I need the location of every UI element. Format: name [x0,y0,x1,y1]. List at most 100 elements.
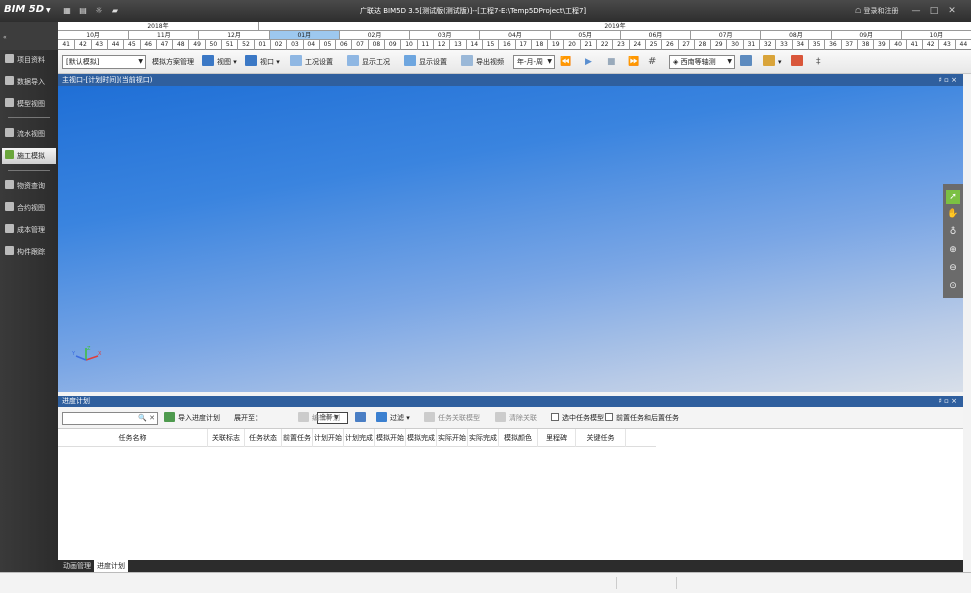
quick-access-open-icon[interactable]: ☼ [94,6,104,16]
timeline-ruler[interactable]: 2018年 2019年 10月 11月 12月 01月 02月 03月 04月 05月 06月 0… [58,22,971,50]
tab-schedule[interactable]: 进度计划 [94,560,128,572]
timeline-week[interactable]: 14 [465,40,482,50]
timeline-week[interactable]: 43 [938,40,954,50]
timeline-week[interactable]: 16 [498,40,514,50]
timeline-month[interactable]: 10月 [58,31,128,39]
restore-button[interactable]: □ [928,5,940,17]
timeline-week[interactable]: 09 [384,40,400,50]
timeline-week[interactable]: 06 [335,40,351,50]
sidebar-item-project-data[interactable]: 项目资料 [2,52,56,68]
column-header[interactable]: 模拟完成 [406,429,437,447]
column-header[interactable]: 实际开始 [437,429,468,447]
minimize-button[interactable]: — [910,5,922,17]
simulation-scheme-select[interactable]: [默认模拟] ▼ [62,55,146,69]
timeline-week[interactable]: 36 [824,40,840,50]
timeline-week[interactable]: 12 [432,40,449,50]
timeline-week[interactable]: 35 [807,40,824,50]
select-cursor-icon[interactable]: ➚ [946,190,960,204]
tab-animation-management[interactable]: 动画管理 [60,560,94,572]
schedule-grid[interactable]: 任务名称 关联标志 任务状态 前置任务 计划开始 计划完成 模拟开始 模拟完成 实际开始 实际完成… [58,429,963,560]
quick-access-save-icon[interactable]: ▤ [78,6,88,16]
timeline-week[interactable]: 17 [514,40,531,50]
scheme-manage-button[interactable]: 模拟方案管理 [152,54,194,70]
column-header[interactable]: 关键任务 [576,429,626,447]
timeline-week[interactable]: 44 [106,40,123,50]
fast-forward-icon[interactable]: ⏩ [628,54,639,70]
column-header[interactable]: 计划开始 [313,429,344,447]
rewind-icon[interactable]: ⏪ [560,54,571,70]
timeline-month[interactable]: 04月 [479,31,549,39]
sidebar-item-material-query[interactable]: 物资查询 [2,178,56,194]
timeline-week[interactable]: 07 [351,40,367,50]
timeline-week[interactable]: 38 [856,40,873,50]
import-schedule-button[interactable]: 导入进度计划 [164,411,220,425]
timeline-week[interactable]: 11 [416,40,433,50]
task-search-input[interactable]: 🔍 ✕ [62,412,158,425]
measure-button[interactable]: ▾ [763,54,782,70]
timeline-week[interactable]: 42 [74,40,90,50]
date-format-select[interactable]: 年-月-周 ▼ [513,55,555,69]
export-video-button[interactable]: 导出视频 [461,54,504,70]
timeline-week[interactable]: 40 [889,40,905,50]
sidebar-item-cost-management[interactable]: 成本管理 [2,222,56,238]
timeline-week[interactable]: 48 [172,40,188,50]
sidebar-item-model-view[interactable]: 模型视图 [2,96,56,112]
timeline-week[interactable]: 52 [237,40,253,50]
timeline-week[interactable]: 46 [139,40,156,50]
search-icon[interactable]: 🔍 ✕ [138,414,155,422]
timeline-week[interactable]: 27 [677,40,694,50]
timeline-week[interactable]: 08 [367,40,384,50]
sidebar-item-component-tracking[interactable]: 构件跟踪 [2,244,56,260]
pan-hand-icon[interactable]: ✋ [946,207,960,221]
view-direction-select[interactable]: ◈ 西南等轴测 ▼ [669,55,735,69]
timeline-month[interactable]: 01月 [268,31,339,39]
timeline-week[interactable]: 33 [775,40,791,50]
column-header[interactable]: 里程碑 [538,429,576,447]
task-link-model-button[interactable]: 任务关联模型 [424,411,480,425]
show-work-button[interactable]: 显示工况 [347,54,390,70]
zoom-extents-icon[interactable]: ⊙ [946,279,960,293]
quick-access-settings-icon[interactable]: ▰ [110,6,120,16]
timeline-week[interactable]: 26 [661,40,677,50]
timeline-week[interactable]: 49 [188,40,204,50]
timeline-week[interactable]: 23 [612,40,628,50]
3d-viewport[interactable]: X Z Y [58,86,963,392]
timeline-week[interactable]: 03 [286,40,302,50]
column-header[interactable]: 模拟开始 [375,429,406,447]
camera-button[interactable] [740,54,755,70]
timeline-week[interactable]: 21 [579,40,596,50]
timeline-week[interactable]: 41 [58,40,74,50]
timeline-month[interactable]: 05月 [549,31,620,39]
timeline-week[interactable]: 37 [840,40,857,50]
timeline-week[interactable]: 04 [302,40,319,50]
quick-access-new-icon[interactable]: ▦ [62,6,72,16]
timeline-month[interactable]: 12月 [198,31,268,39]
show-settings-button[interactable]: 显示设置 [404,54,447,70]
column-header[interactable]: 实际完成 [468,429,499,447]
filter-button[interactable]: 过滤 ▾ [376,411,410,425]
timeline-week[interactable]: 50 [204,40,221,50]
timeline-week[interactable]: 19 [547,40,563,50]
stop-icon[interactable]: ■ [607,54,616,70]
section-icon[interactable]: ‡ [816,54,821,70]
timeline-week[interactable]: 15 [481,40,498,50]
timeline-week[interactable]: 34 [791,40,808,50]
timeline-week[interactable]: 02 [269,40,286,50]
viewport-button[interactable]: 视口 ▾ [245,54,280,70]
timeline-week[interactable]: 22 [596,40,612,50]
timeline-week[interactable]: 20 [563,40,579,50]
timeline-week[interactable]: 28 [693,40,710,50]
sidebar-item-flow-view[interactable]: 流水视图 [2,126,56,142]
timeline-week[interactable]: 25 [644,40,661,50]
close-button[interactable]: ✕ [946,5,958,17]
timeline-week[interactable]: 05 [318,40,335,50]
timeline-month[interactable]: 11月 [128,31,198,39]
timeline-week[interactable]: 41 [905,40,922,50]
timeline-week[interactable]: 01 [253,40,270,50]
timeline-week[interactable]: 29 [710,40,726,50]
timeline-week[interactable]: 18 [530,40,547,50]
sidebar-item-data-import[interactable]: 数据导入 [2,74,56,90]
timeline-week[interactable]: 51 [221,40,237,50]
timeline-week[interactable]: 30 [726,40,742,50]
viewport-window-controls[interactable]: ♯ ▫ × [939,74,957,86]
